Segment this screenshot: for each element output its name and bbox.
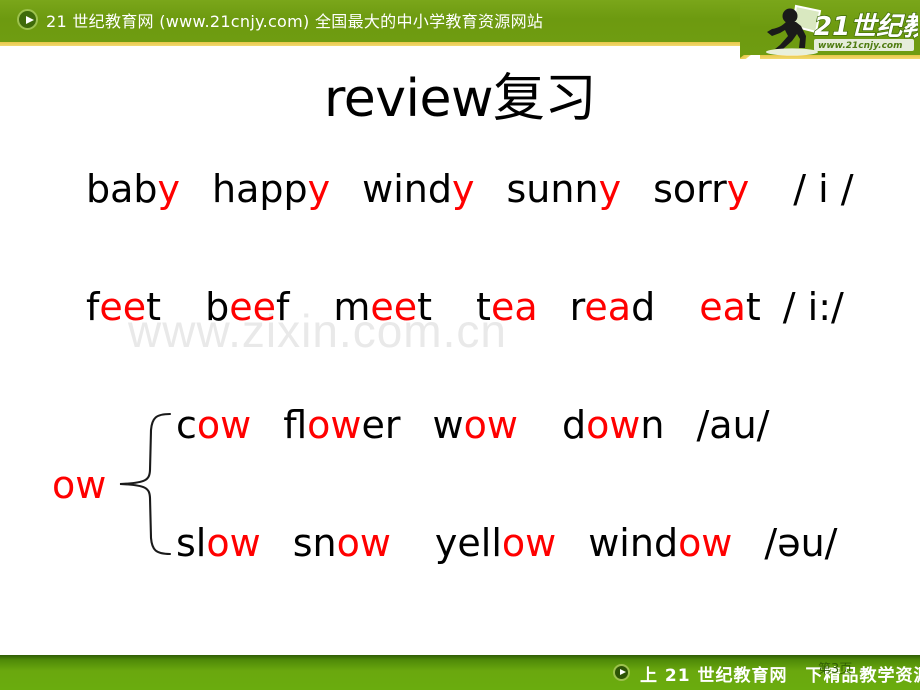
phonetic-symbol: / i / (793, 167, 854, 211)
word-highlight: ee (229, 285, 276, 329)
word-prefix: d (561, 403, 587, 447)
phonetic-symbol: /au/ (696, 403, 770, 447)
vocab-word: happy (212, 170, 330, 208)
vocab-word: slow (176, 524, 261, 562)
word-highlight: ow (501, 521, 557, 565)
ow-group-label: ow (52, 463, 107, 507)
running-person-with-flag-icon (766, 4, 822, 56)
word-highlight: ow (678, 521, 733, 565)
logo-wordmark: 21世纪教育 (813, 11, 918, 42)
word-prefix: c (176, 403, 197, 447)
word-suffix: t (146, 285, 162, 329)
word-prefix: w (432, 403, 464, 447)
footer-text: 上 21 世纪教育网 下精品教学资源 (640, 666, 920, 686)
phonetic-symbol: /əu/ (764, 521, 838, 565)
vocab-word: beef (205, 288, 289, 326)
word-highlight: ea (699, 285, 746, 329)
vocab-word: baby (86, 170, 180, 208)
vocab-word: snow (293, 524, 391, 562)
vocab-word: yellow (435, 524, 556, 562)
word-highlight: y (452, 167, 475, 211)
header-bar: 21 世纪教育网 (www.21cnjy.com) 全国最大的中小学教育资源网站… (0, 0, 920, 59)
word-suffix: d (631, 285, 656, 329)
vocab-word: wow (433, 406, 518, 444)
logo-url: www.21cnjy.com (814, 39, 914, 51)
word-highlight: ea (584, 285, 632, 329)
word-prefix: m (333, 285, 371, 329)
word-row-ou: slow snow yellow window/əu/ (176, 524, 837, 562)
word-suffix: t (745, 285, 761, 329)
word-suffix: er (361, 403, 401, 447)
word-highlight: ow (463, 403, 518, 447)
word-prefix: t (476, 285, 491, 329)
word-highlight: y (307, 167, 331, 211)
svg-text:21世纪教育: 21世纪教育 (814, 12, 918, 42)
vocab-word: cow (176, 406, 251, 444)
svg-text:www.21cnjy.com: www.21cnjy.com (818, 41, 903, 51)
header-band-left-edge (0, 42, 740, 46)
footer-bar: 上 21 世纪教育网 下精品教学资源 (0, 655, 920, 690)
vocab-word: read (570, 288, 656, 326)
vocab-word: meet (333, 288, 432, 326)
word-row-y: baby happy windy sunny sorry / i / (86, 170, 854, 208)
site-logo[interactable]: 21世纪教育 www.21cnjy.com (752, 2, 918, 56)
word-prefix: yell (434, 521, 502, 565)
word-suffix: f (275, 285, 290, 329)
word-prefix: r (569, 285, 585, 329)
word-highlight: ea (490, 285, 538, 329)
phonetic-symbol: / i:/ (782, 285, 844, 329)
word-highlight: ow (307, 403, 362, 447)
vocab-word: sorry (653, 170, 749, 208)
word-highlight: ow (586, 403, 641, 447)
page-number: 第3页 (818, 662, 853, 677)
vocab-word: flower (283, 406, 400, 444)
word-prefix: wind (362, 167, 452, 211)
vocab-word: feet (86, 288, 161, 326)
word-prefix: bab (86, 167, 158, 211)
vocab-word: windy (362, 170, 474, 208)
word-prefix: fl (283, 403, 308, 447)
word-highlight: ee (99, 285, 147, 329)
header-title-text: 21 世纪教育网 (www.21cnjy.com) 全国最大的中小学教育资源网站 (46, 12, 544, 31)
page-title: review复习 (324, 69, 596, 129)
word-prefix: b (205, 285, 230, 329)
word-highlight: ow (206, 521, 261, 565)
vocab-word: down (562, 406, 665, 444)
word-prefix: sunn (506, 167, 599, 211)
vocab-word: eat (699, 288, 761, 326)
word-prefix: sorr (653, 167, 727, 211)
word-suffix: t (417, 285, 433, 329)
play-circle-icon (17, 9, 38, 30)
word-highlight: y (598, 167, 622, 211)
word-highlight: y (726, 167, 750, 211)
word-row-au: cow flower wow down/au/ (176, 406, 769, 444)
word-highlight: ow (336, 521, 391, 565)
word-highlight: ow (196, 403, 252, 447)
vocab-word: window (588, 524, 732, 562)
word-prefix: happ (212, 167, 308, 211)
vocab-word: tea (476, 288, 538, 326)
word-prefix: sl (176, 521, 207, 565)
word-prefix: wind (588, 521, 679, 565)
word-highlight: ee (370, 285, 418, 329)
word-prefix: f (86, 285, 100, 329)
word-suffix: n (640, 403, 665, 447)
vocab-word: sunny (507, 170, 622, 208)
word-highlight: y (157, 167, 181, 211)
word-row-ee: feet beef meet tea read eat / i:/ (86, 288, 844, 326)
curly-brace-icon (118, 410, 172, 558)
word-prefix: sn (292, 521, 337, 565)
play-circle-icon (613, 664, 630, 681)
